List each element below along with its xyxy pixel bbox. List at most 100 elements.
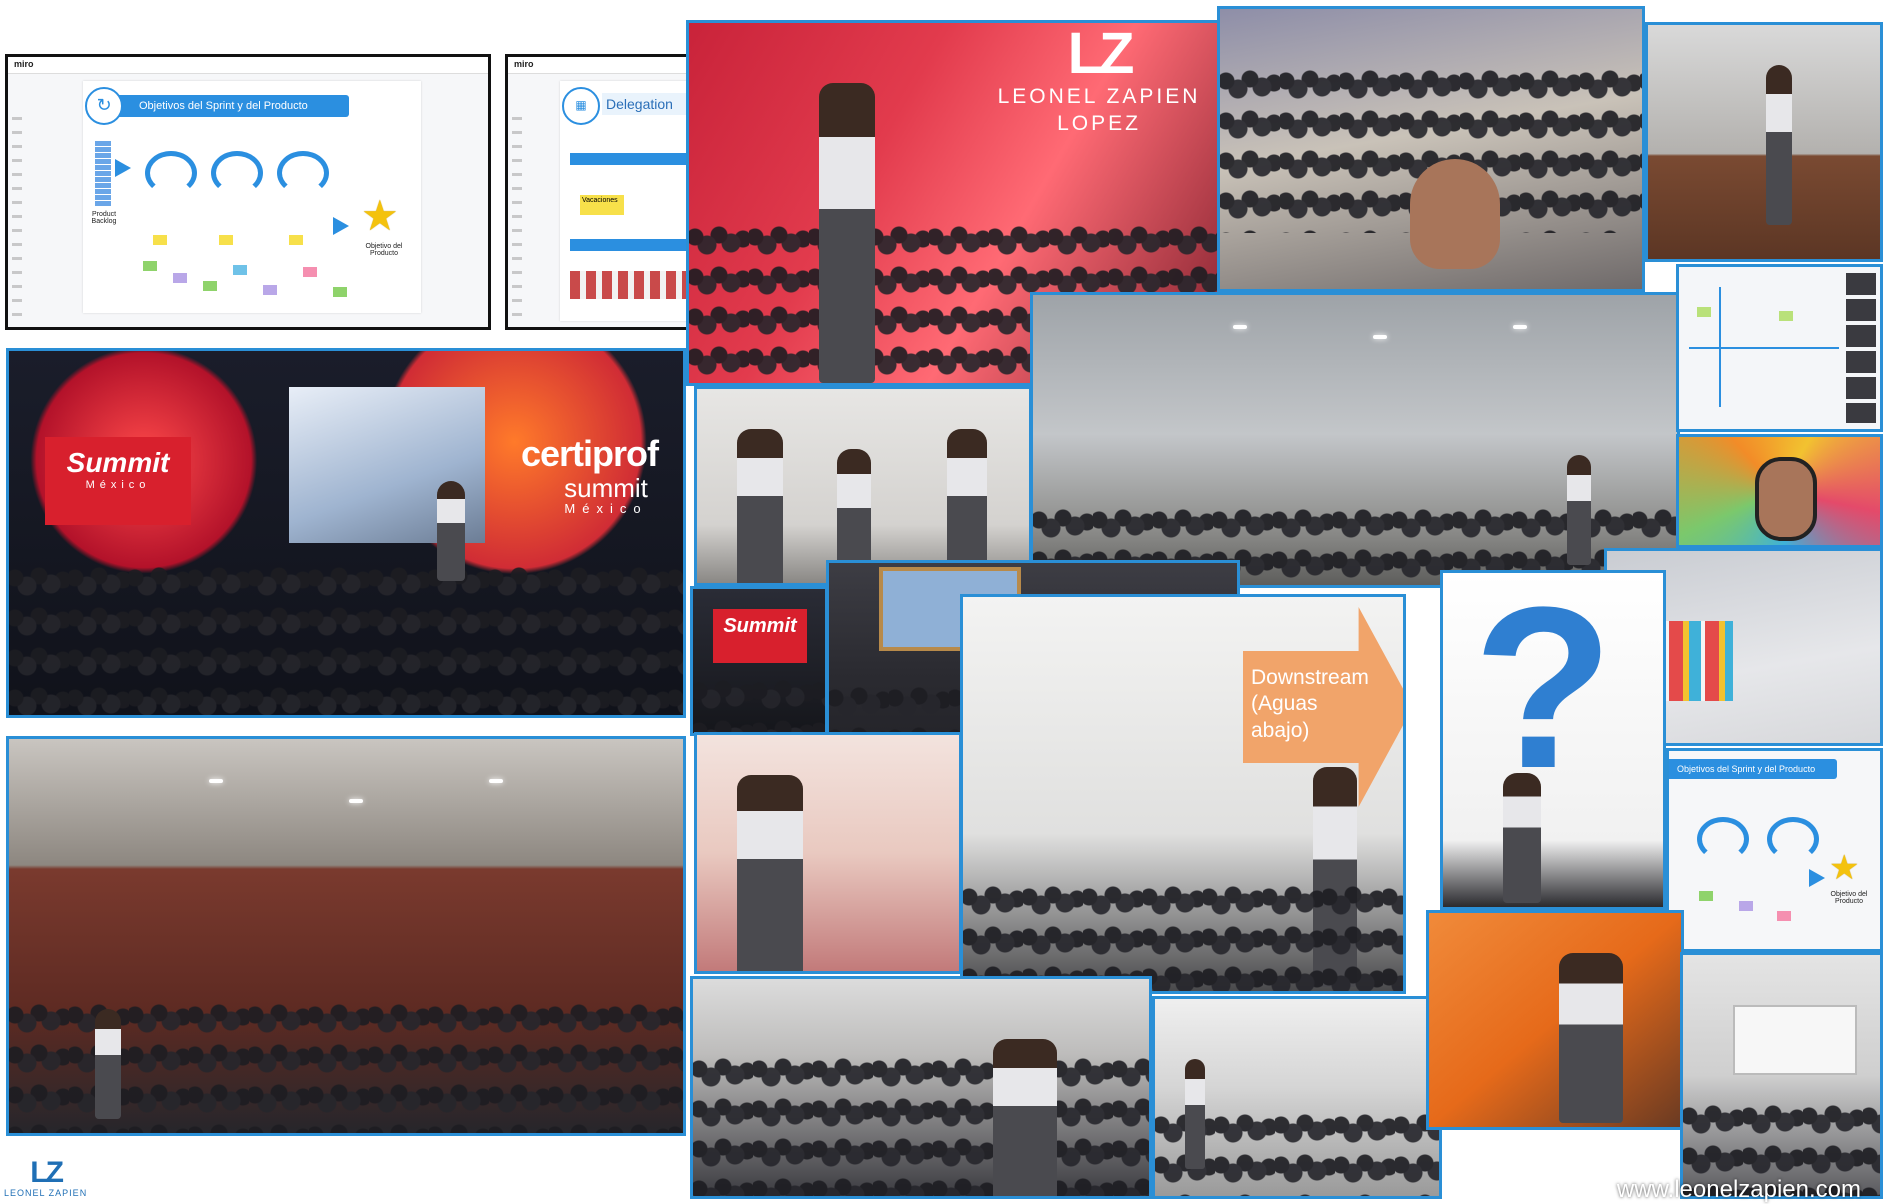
certiprof-logo: certiprof summit México — [521, 433, 683, 516]
product-objective-label: Objetivo del Producto — [365, 243, 403, 257]
board-lines — [1689, 347, 1839, 349]
board-section-header — [570, 239, 692, 251]
sprint-loop-icon — [1767, 817, 1819, 861]
speaker-figure — [1185, 1059, 1205, 1169]
delegation-poker-icon: ▦ — [562, 87, 600, 125]
speaker-closeup-photo — [694, 732, 962, 974]
website-url[interactable]: www.leonelzapien.com — [1617, 1176, 1861, 1204]
sticky-note — [203, 281, 217, 291]
arrow-icon — [1809, 869, 1825, 887]
sticky-note — [233, 265, 247, 275]
miro-logo: miro — [14, 59, 34, 69]
participant-thumbnails — [1846, 273, 1876, 423]
certiprof-name: certiprof — [521, 433, 659, 474]
speaker-figure — [1503, 773, 1541, 903]
sticky-note — [263, 285, 277, 295]
miro-tool-sidebar — [12, 117, 22, 317]
backlog-stack-icon — [95, 141, 111, 207]
miro-toolbar: miro — [8, 57, 488, 74]
board-title: Objetivos del Sprint y del Producto — [95, 95, 349, 117]
card-row — [570, 271, 692, 299]
sticky-note — [1777, 911, 1791, 921]
downstream-line-3: abajo) — [1251, 718, 1310, 742]
speaker-figure — [819, 83, 875, 383]
participant-figure — [1559, 953, 1623, 1123]
ceiling-light — [1233, 325, 1247, 329]
certiprof-summit-photo: Summit México certiprof summit México — [6, 348, 686, 718]
speaker-figure — [437, 481, 465, 581]
speaker-figure — [737, 775, 803, 971]
presenter-face — [1755, 457, 1817, 541]
summit-screen-text: Summit — [66, 447, 170, 478]
footer-logo: LZ LEONEL ZAPIEN — [4, 1156, 87, 1199]
sprint-loop-icon — [211, 151, 263, 195]
ceiling-light — [1373, 335, 1387, 339]
summit-screen-country: México — [85, 479, 151, 491]
summit-screen: Summit México — [45, 437, 191, 525]
sticky-note — [303, 267, 317, 277]
board-section-header — [570, 153, 692, 165]
sticky-note — [1699, 891, 1713, 901]
crowd-back-photo — [690, 976, 1152, 1199]
speaker-figure — [1567, 455, 1591, 565]
conference-hall-photo — [1030, 292, 1680, 588]
group-selfie-photo — [1217, 6, 1645, 292]
sticky-note — [1739, 901, 1753, 911]
speaker-figure — [993, 1039, 1057, 1196]
audience-crowd — [693, 1052, 1149, 1196]
miro-toolbar: miro — [508, 57, 692, 74]
card-game-photo — [1426, 910, 1684, 1130]
downstream-slide-text: Downstream (Aguas abajo) — [1251, 665, 1369, 744]
downstream-line-2: (Aguas — [1251, 692, 1318, 716]
sticky-note — [143, 261, 157, 271]
sprint-loop-icon — [1697, 817, 1749, 861]
question-slide-photo: ? — [1440, 570, 1666, 910]
sticky-note — [173, 273, 187, 283]
selfie-face — [1410, 159, 1500, 269]
stage-photo — [1645, 22, 1883, 262]
backlog-label: Product Backlog — [91, 211, 117, 225]
sprint-loop-icon — [277, 151, 329, 195]
miro-canvas: ▦ Delegation Vacaciones — [560, 81, 692, 321]
video-call-board — [1676, 264, 1883, 432]
sprint-loop-icon: ↻ — [85, 87, 123, 125]
participant-figure — [737, 429, 783, 583]
sticky-note — [219, 235, 233, 245]
audience-crowd — [963, 880, 1403, 991]
projection-screen — [1733, 1005, 1857, 1075]
speaker-figure — [1766, 65, 1792, 225]
downstream-line-1: Downstream — [1251, 666, 1369, 689]
auditorium-photo — [6, 736, 686, 1136]
sticky-note — [153, 235, 167, 245]
summit-small-photo: Summit — [690, 586, 828, 736]
speaker-figure — [95, 1009, 121, 1119]
audience-crowd — [9, 562, 683, 715]
workshop-wall-photo — [694, 386, 1032, 586]
sticky-vacaciones: Vacaciones — [580, 195, 624, 215]
product-objective-label: Objetivo del Producto — [1830, 891, 1868, 905]
sticky-note — [1697, 307, 1711, 317]
ceiling-light — [349, 799, 363, 803]
star-icon: ★ — [1829, 849, 1860, 887]
miro-board-objectives: miro Objetivos del Sprint y del Producto… — [5, 54, 491, 330]
certiprof-country: México — [564, 501, 648, 516]
sprint-loop-icon — [145, 151, 197, 195]
lz-logo-mark: LZ — [1067, 21, 1135, 86]
brand-name-line1: LEONEL ZAPIEN — [997, 85, 1201, 108]
sticky-note — [333, 287, 347, 297]
miro-canvas: Objetivos del Sprint y del Producto ↻ Pr… — [83, 81, 421, 313]
star-icon: ★ — [361, 192, 399, 239]
miro-tool-sidebar — [512, 117, 522, 317]
board-title: Delegation — [602, 93, 692, 115]
miro-logo: miro — [514, 59, 534, 69]
footer-logo-mark: LZ — [30, 1156, 64, 1189]
brand-watermark: LZ LEONEL ZAPIEN LOPEZ — [969, 21, 1227, 138]
classroom-photo — [1152, 996, 1442, 1199]
board-title: Objetivos del Sprint y del Producto — [1669, 759, 1837, 779]
certiprof-summit: summit — [564, 473, 648, 503]
question-mark-icon: ? — [1473, 570, 1614, 816]
audience-crowd — [693, 675, 825, 733]
miro-board-delegation: miro ▦ Delegation Vacaciones — [505, 54, 695, 330]
sticky-note — [289, 235, 303, 245]
arrow-icon — [115, 159, 131, 177]
